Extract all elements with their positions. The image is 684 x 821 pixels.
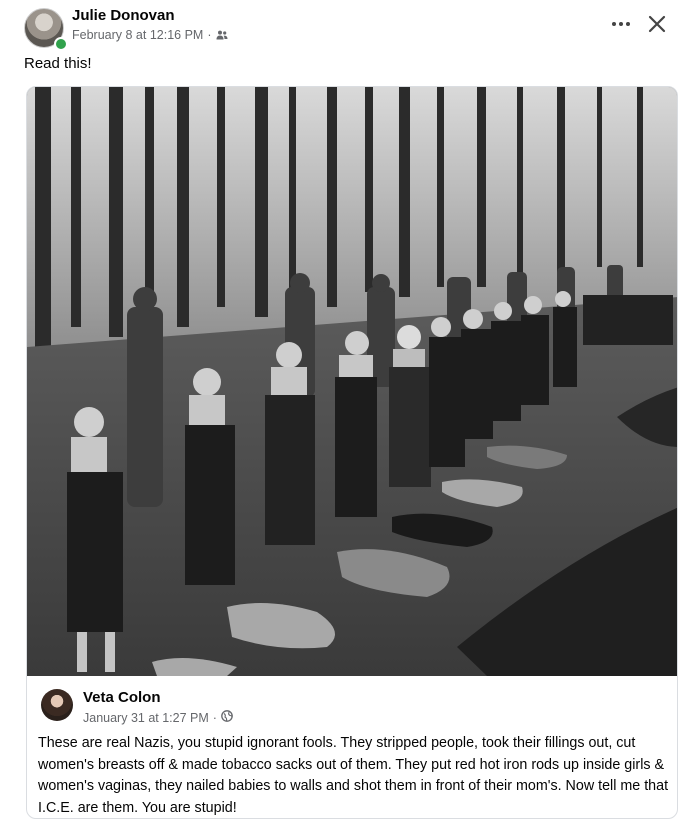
- avatar[interactable]: [41, 689, 73, 721]
- friends-icon: [216, 30, 228, 40]
- post-meta: February 8 at 12:16 PM ·: [72, 28, 228, 42]
- shared-post-header: Veta Colon January 31 at 1:27 PM ·: [41, 687, 667, 727]
- meta-separator: ·: [207, 28, 212, 42]
- post-text: Read this!: [24, 55, 92, 72]
- shared-post-text: These are real Nazis, you stupid ignoran…: [38, 735, 669, 816]
- post-timestamp[interactable]: February 8 at 12:16 PM: [72, 28, 203, 42]
- ellipsis-icon: [612, 22, 616, 26]
- shared-post-card[interactable]: Veta Colon January 31 at 1:27 PM · These…: [26, 86, 678, 819]
- post-header: Julie Donovan February 8 at 12:16 PM ·: [24, 6, 672, 51]
- post-photo[interactable]: [27, 87, 677, 676]
- shared-post-timestamp[interactable]: January 31 at 1:27 PM: [83, 711, 209, 725]
- author-name[interactable]: Julie Donovan: [72, 7, 175, 24]
- close-icon: [648, 15, 666, 33]
- online-status-badge: [54, 37, 68, 51]
- meta-separator: ·: [212, 710, 217, 725]
- globe-icon: [221, 710, 233, 725]
- shared-author-name[interactable]: Veta Colon: [83, 689, 161, 706]
- more-options-button[interactable]: [608, 14, 634, 34]
- close-button[interactable]: [644, 11, 670, 37]
- shared-post-meta: January 31 at 1:27 PM ·: [83, 710, 233, 725]
